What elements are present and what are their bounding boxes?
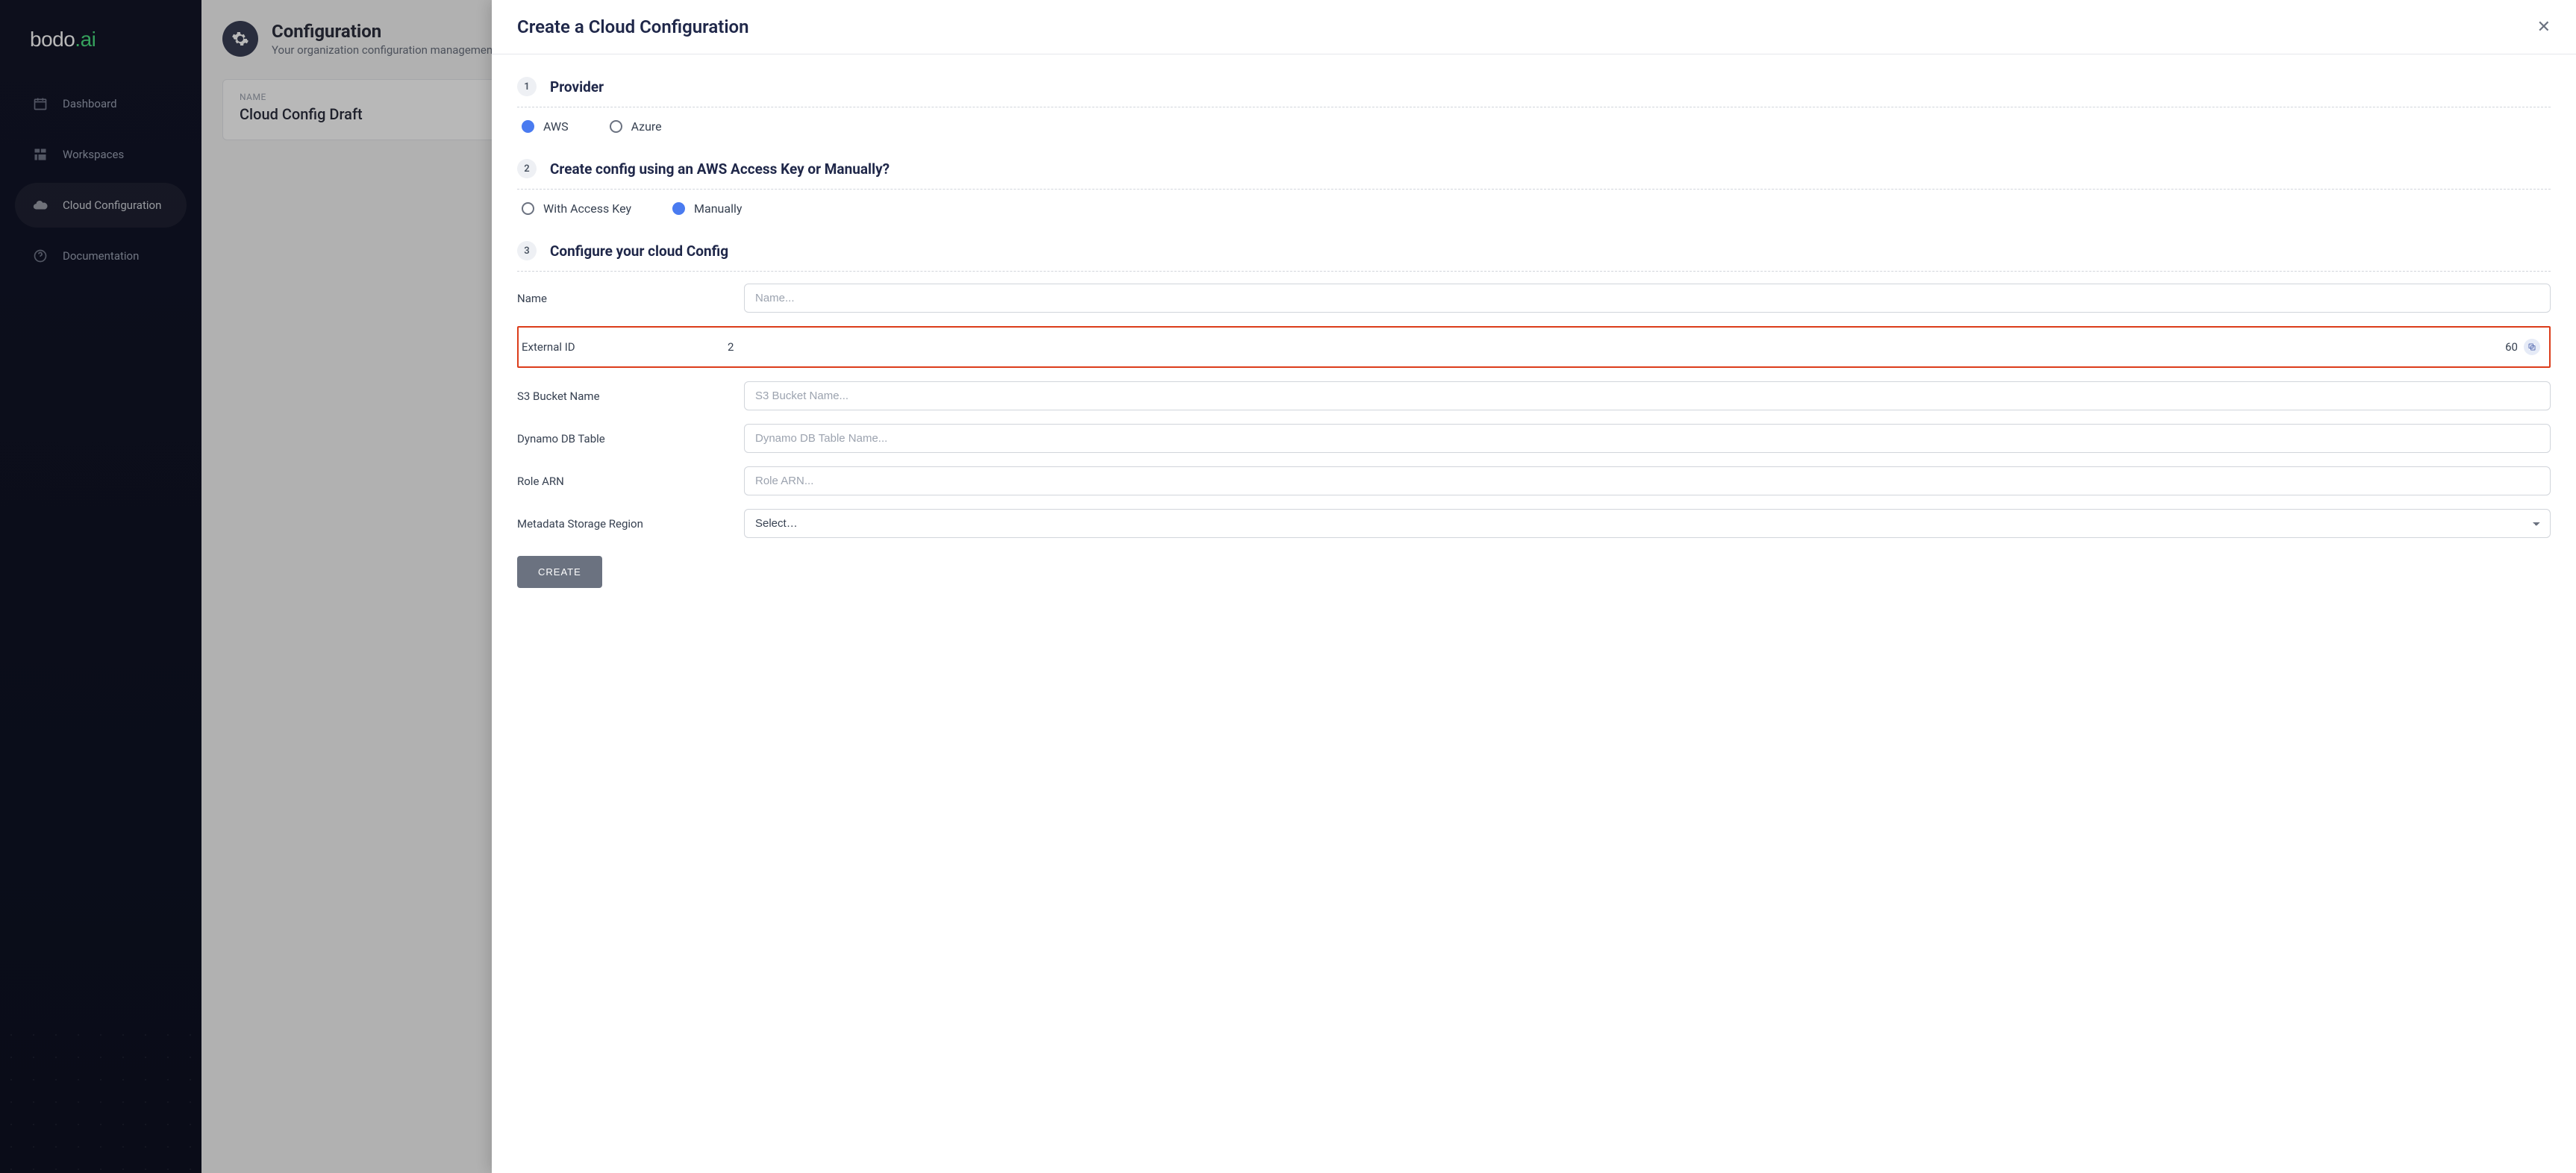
region-label: Metadata Storage Region [517,517,726,531]
role-arn-input[interactable] [744,466,2551,495]
name-input[interactable] [744,284,2551,313]
drawer-title: Create a Cloud Configuration [517,16,749,37]
external-id-value: 2 60 [728,339,2540,355]
form-row-role: Role ARN [517,466,2551,495]
step-3-header: 3 Configure your cloud Config [517,232,2551,272]
create-cloud-config-drawer: Create a Cloud Configuration ✕ 1 Provide… [492,0,2576,1173]
radio-manually[interactable]: Manually [672,201,742,216]
close-button[interactable]: ✕ [2537,17,2551,37]
create-button[interactable]: CREATE [517,556,602,588]
external-id-label: External ID [519,340,728,354]
step-number: 2 [517,159,537,178]
step-number: 3 [517,241,537,260]
form-row-region: Metadata Storage Region Select… [517,509,2551,538]
step-1-header: 1 Provider [517,68,2551,107]
external-id-row: External ID 2 60 [517,326,2551,368]
form-row-s3: S3 Bucket Name [517,381,2551,410]
s3-bucket-input[interactable] [744,381,2551,410]
copy-icon [2527,342,2536,351]
step-title: Provider [550,78,604,96]
dynamo-input[interactable] [744,424,2551,453]
region-select[interactable]: Select… [744,509,2551,538]
form-row-name: Name [517,284,2551,313]
external-id-left: 2 [728,340,734,354]
radio-circle-icon [610,120,622,133]
close-icon: ✕ [2537,17,2551,36]
form-row-dynamo: Dynamo DB Table [517,424,2551,453]
radio-with-access-key[interactable]: With Access Key [522,201,631,216]
radio-circle-selected-icon [672,202,685,215]
radio-label: Manually [694,201,742,216]
step-title: Create config using an AWS Access Key or… [550,160,890,178]
radio-label: With Access Key [543,201,631,216]
step-number: 1 [517,77,537,96]
radio-label: AWS [543,119,569,134]
step-title: Configure your cloud Config [550,243,728,260]
radio-aws[interactable]: AWS [522,119,569,134]
radio-label: Azure [631,119,662,134]
radio-circle-icon [522,202,534,215]
radio-circle-selected-icon [522,120,534,133]
step-2-header: 2 Create config using an AWS Access Key … [517,150,2551,190]
radio-azure[interactable]: Azure [610,119,662,134]
name-label: Name [517,292,726,305]
drawer-body: 1 Provider AWS Azure 2 Create config usi… [492,54,2576,610]
external-id-right: 60 [2505,340,2518,354]
drawer-header: Create a Cloud Configuration ✕ [492,0,2576,54]
role-arn-label: Role ARN [517,475,726,488]
copy-button[interactable] [2524,339,2540,355]
provider-radio-group: AWS Azure [517,119,2551,150]
s3-label: S3 Bucket Name [517,390,726,403]
method-radio-group: With Access Key Manually [517,201,2551,232]
dynamo-label: Dynamo DB Table [517,432,726,445]
